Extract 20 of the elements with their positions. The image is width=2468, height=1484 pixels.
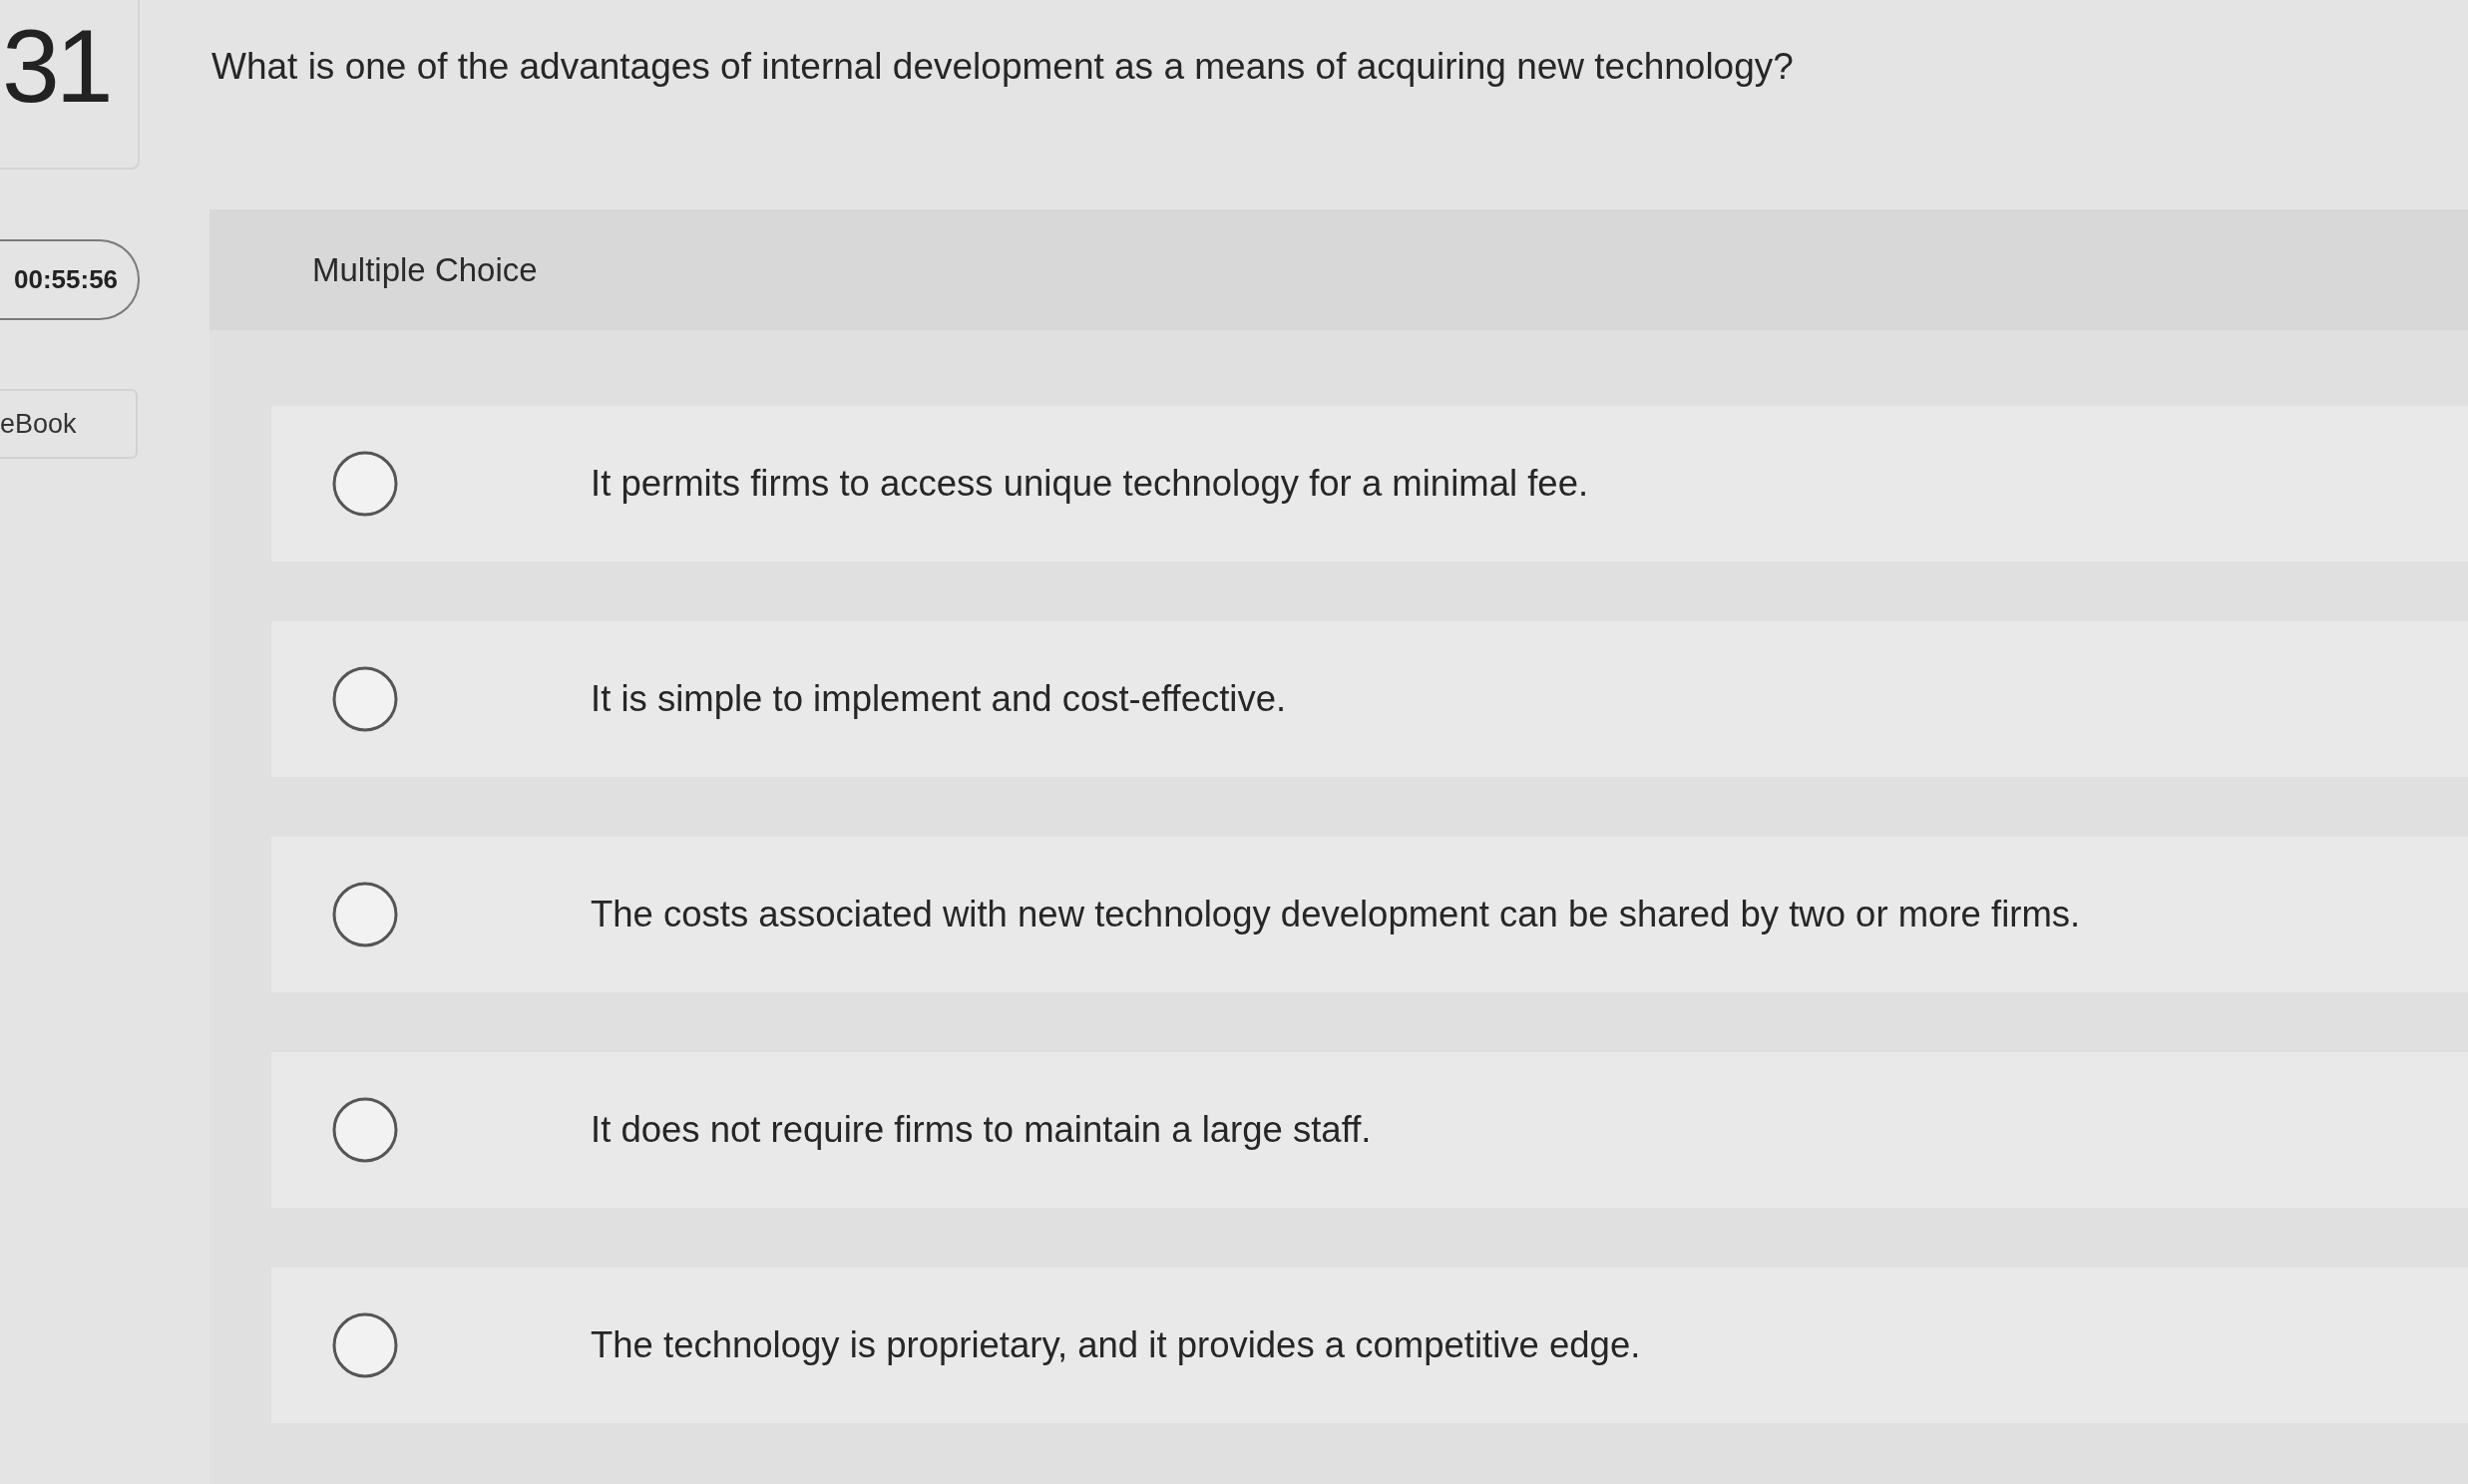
- answer-option[interactable]: It permits firms to access unique technology for a minimal fee.: [271, 406, 2468, 561]
- answer-text: The costs associated with new technology development can be shared by two or more firms.: [591, 894, 2081, 935]
- question-type-label: Multiple Choice: [312, 250, 538, 289]
- answer-option[interactable]: The technology is proprietary, and it provides a competitive edge.: [271, 1268, 2468, 1423]
- radio-button[interactable]: [332, 666, 398, 732]
- answer-option[interactable]: The costs associated with new technology development can be shared by two or more firms.: [271, 837, 2468, 992]
- radio-button[interactable]: [332, 1097, 398, 1163]
- ebook-button[interactable]: eBook: [0, 389, 138, 459]
- question-number: 31: [2, 8, 110, 124]
- radio-button[interactable]: [332, 451, 398, 517]
- answer-text: It permits firms to access unique technology for a minimal fee.: [591, 463, 1589, 505]
- radio-button[interactable]: [332, 1312, 398, 1378]
- answer-option[interactable]: It does not require firms to maintain a large staff.: [271, 1052, 2468, 1208]
- timer: 00:55:56: [0, 239, 140, 320]
- answer-text: The technology is proprietary, and it provides a competitive edge.: [591, 1324, 1641, 1366]
- answer-text: It does not require firms to maintain a large staff.: [591, 1109, 1372, 1151]
- radio-button[interactable]: [332, 882, 398, 947]
- question-text: What is one of the advantages of internal development as a means of acquiring new technology?: [211, 45, 1794, 89]
- answer-text: It is simple to implement and cost-effective.: [591, 678, 1287, 720]
- answer-option[interactable]: It is simple to implement and cost-effective.: [271, 621, 2468, 777]
